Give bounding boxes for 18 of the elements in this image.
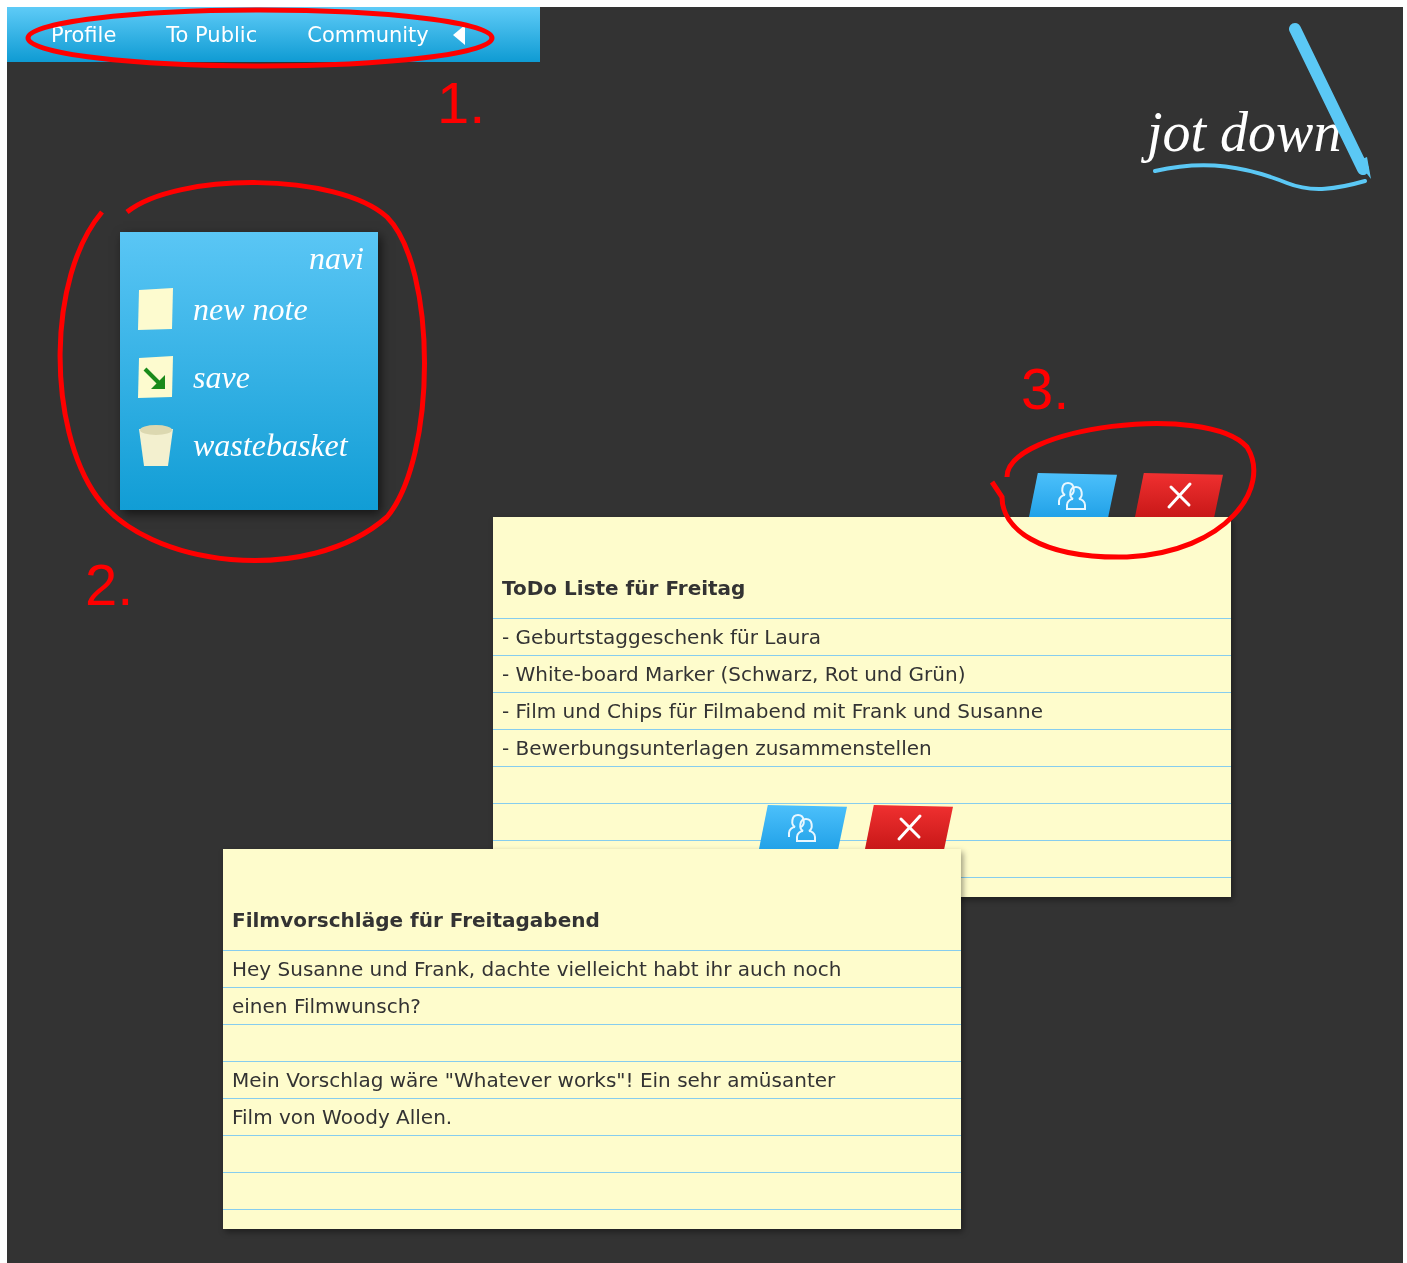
todo-item: - White-board Marker (Schwarz, Rot und Grün) <box>502 661 967 688</box>
note-paragraph: Mein Vorschlag wäre "Whatever works"! Ein sehr amüsanter Film von Woody Allen. <box>232 1067 837 1131</box>
collapse-arrow-icon[interactable] <box>452 24 465 45</box>
note-title: ToDo Liste für Freitag <box>502 576 746 600</box>
sticky-note-icon <box>137 287 175 331</box>
menu-link[interactable]: Community <box>307 22 429 47</box>
todo-item: - Geburtstaggeschenk für Laura <box>502 624 822 651</box>
annotation-number: 1. <box>437 73 486 133</box>
annotation-number: 3. <box>1021 359 1070 419</box>
todo-item: - Bewerbungsunterlagen zusammenstellen <box>502 735 933 762</box>
logo-text: jot down <box>1141 95 1350 171</box>
annotation-number: 2. <box>85 555 134 615</box>
note-paragraph: Hey Susanne und Frank, dachte vielleicht habt ihr auch noch einen Filmwunsch? <box>232 956 843 1020</box>
todo-item: - Film und Chips für Filmabend mit Frank und Susanne <box>502 698 1045 725</box>
menu-link[interactable]: Profile <box>51 22 117 47</box>
menu-link[interactable]: To Public <box>166 22 258 47</box>
note-title: Filmvorschläge für Freitagabend <box>232 908 600 932</box>
bin-icon <box>137 423 175 467</box>
